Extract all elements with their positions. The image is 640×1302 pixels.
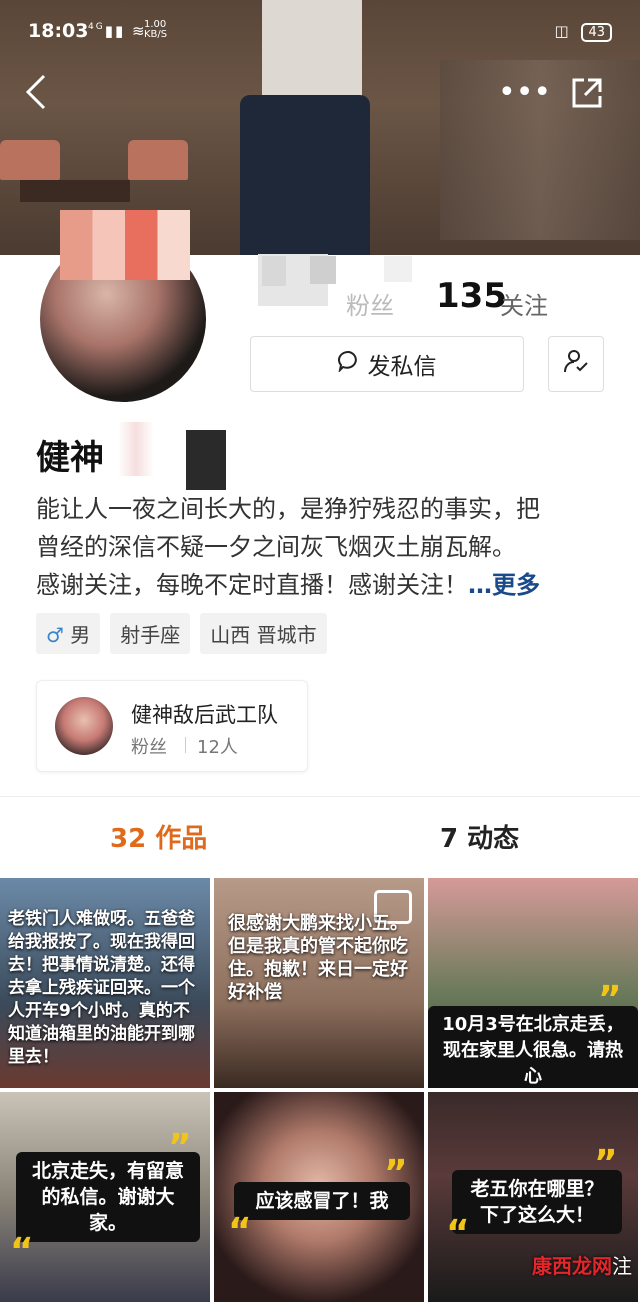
zodiac-tag: 射手座 bbox=[110, 613, 191, 654]
bio-more-link[interactable]: …更多 bbox=[468, 571, 540, 599]
following-count[interactable]: 135 bbox=[436, 276, 507, 316]
more-icon[interactable]: ••• bbox=[498, 74, 551, 112]
video-thumbnail[interactable]: ” 应该感冒了！我 “ bbox=[214, 1092, 424, 1302]
male-icon: ♂ bbox=[46, 623, 64, 647]
bio-line: 曾经的深信不疑一夕之间灰飞烟灭土崩瓦解。 bbox=[36, 533, 516, 561]
video-thumbnail[interactable]: ” 10月3号在北京走丢，现在家里人很急。请热心 bbox=[428, 878, 638, 1088]
nickname-blur bbox=[118, 422, 154, 476]
send-message-button[interactable]: 发私信 bbox=[250, 336, 524, 392]
follow-status-button[interactable] bbox=[548, 336, 604, 392]
cover-lamp-left bbox=[0, 140, 60, 180]
status-time: 18:03 bbox=[28, 20, 89, 42]
cover-lamp-base bbox=[20, 180, 130, 202]
video-caption: 很感谢大鹏来找小五。但是我真的管不起你吃住。抱歉！来日一定好好补偿 bbox=[228, 913, 408, 1003]
user-check-icon bbox=[563, 348, 589, 380]
nickname-mosaic bbox=[186, 430, 226, 490]
video-thumbnail[interactable]: 很感谢大鹏来找小五。但是我真的管不起你吃住。抱歉！来日一定好好补偿 bbox=[214, 878, 424, 1088]
video-thumbnail[interactable]: ” 北京走失，有留意的私信。谢谢大家。 “ bbox=[0, 1092, 210, 1302]
back-icon[interactable] bbox=[24, 72, 48, 118]
site-watermark: 康西龙网注 bbox=[532, 1254, 632, 1278]
profile-tags: ♂ 男 射手座 山西 晋城市 bbox=[36, 613, 327, 654]
avatar-mosaic bbox=[60, 210, 190, 280]
chat-bubble-icon bbox=[337, 350, 360, 378]
video-caption: 老铁门人难做呀。五爸爸给我报按了。现在我得回去！把事情说清楚。还得去拿上残疾证回… bbox=[8, 909, 195, 1067]
battery-icon: 43 bbox=[581, 23, 612, 42]
divider bbox=[185, 737, 186, 753]
quote-mark-icon: “ bbox=[446, 1213, 470, 1254]
video-caption: 10月3号在北京走丢，现在家里人很急。请热心 bbox=[428, 1006, 638, 1088]
fan-group-label: 粉丝 bbox=[131, 737, 167, 758]
divider bbox=[0, 796, 640, 797]
status-bar: 18:03 4G▮▮ ≋ 1.00 KB/S ◫ 43 bbox=[0, 0, 640, 64]
send-message-label: 发私信 bbox=[367, 354, 437, 380]
video-caption: 应该感冒了！我 bbox=[234, 1182, 410, 1220]
bio-line: 能让人一夜之间长大的，是狰狞残忍的事实，把 bbox=[36, 495, 540, 523]
cover-person-legs bbox=[240, 95, 370, 258]
following-label[interactable]: 关注 bbox=[500, 286, 548, 321]
location-tag: 山西 晋城市 bbox=[200, 613, 327, 654]
cover-lamp-right bbox=[128, 140, 188, 180]
share-icon[interactable] bbox=[570, 76, 604, 114]
gender-tag: ♂ 男 bbox=[36, 613, 101, 654]
signal-icon: 4G▮▮ ≋ bbox=[88, 22, 147, 40]
status-right: ◫ 43 bbox=[554, 22, 612, 42]
mosaic-tile bbox=[262, 256, 286, 286]
quote-mark-icon: ” bbox=[384, 1153, 408, 1194]
tab-moments[interactable]: 7 动态 bbox=[440, 818, 519, 855]
bio: 能让人一夜之间长大的，是狰狞残忍的事实，把 曾经的深信不疑一夕之间灰飞烟灭土崩瓦… bbox=[36, 490, 606, 604]
fan-group-name: 健神敌后武工队 bbox=[131, 703, 278, 727]
video-caption: 老五你在哪里？下了这么大！ bbox=[452, 1170, 622, 1234]
video-thumbnail[interactable]: 老铁门人难做呀。五爸爸给我报按了。现在我得回去！把事情说清楚。还得去拿上残疾证回… bbox=[0, 878, 210, 1088]
network-speed: 1.00 KB/S bbox=[144, 19, 168, 40]
mosaic-tile bbox=[310, 256, 336, 284]
nickname: 健神 bbox=[36, 438, 104, 478]
bio-line: 感谢关注，每晚不定时直播！感谢关注！…更多 bbox=[36, 571, 540, 599]
tab-works[interactable]: 32 作品 bbox=[110, 818, 207, 855]
fan-group-count: 12人 bbox=[197, 737, 238, 758]
fan-group-card[interactable]: 健神敌后武工队 粉丝 12人 bbox=[36, 680, 308, 772]
video-caption: 北京走失，有留意的私信。谢谢大家。 bbox=[16, 1152, 200, 1242]
fan-group-avatar bbox=[55, 697, 113, 755]
vibrate-icon: ◫ bbox=[554, 22, 569, 40]
quote-mark-icon: “ bbox=[228, 1211, 252, 1252]
quote-mark-icon: “ bbox=[10, 1231, 34, 1272]
mosaic-tile bbox=[384, 256, 412, 282]
followers-label: 粉丝 bbox=[346, 292, 394, 320]
